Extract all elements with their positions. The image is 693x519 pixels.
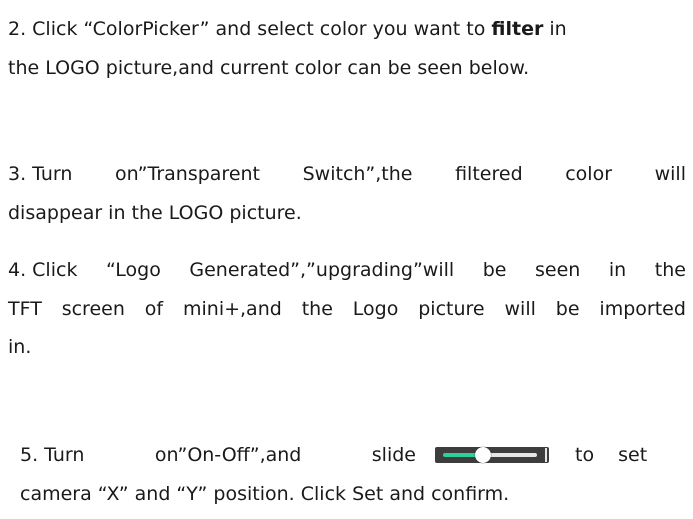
camera-position-slider[interactable] — [435, 447, 549, 463]
step3-word: 3. Turn — [8, 163, 73, 185]
step4-word: of — [144, 298, 164, 320]
step3-word: Switch”,the — [302, 163, 413, 185]
step3-line1: 3. Turn on”Transparent Switch”,the filte… — [8, 162, 686, 186]
step4-word: seen — [535, 259, 581, 281]
step5-line1-post: to set — [575, 444, 648, 466]
step4-word: screen — [61, 298, 125, 320]
step4-word: Generated”,”upgrading”will — [189, 259, 455, 281]
step5-word: on”On-Off”,and — [154, 444, 302, 466]
step2-line2: the LOGO picture,and current color can b… — [8, 57, 530, 79]
step2-line1: 2. Click “ColorPicker” and select color … — [8, 17, 567, 41]
step2-filter-bold: filter — [491, 18, 544, 40]
step3-word: color — [565, 163, 613, 185]
slider-thumb[interactable] — [475, 447, 492, 463]
step2-text-pre: 2. Click “ColorPicker” and select color … — [8, 18, 492, 40]
step4-word: imported — [599, 298, 686, 320]
slider-end-marker — [545, 448, 547, 462]
step4-word: 4. Click — [8, 259, 78, 281]
step5-line2: camera “X” and “Y” position. Click Set a… — [20, 483, 510, 505]
step4-word: the — [654, 259, 686, 281]
step4-word: mini+,and — [182, 298, 282, 320]
step4-word: be — [555, 298, 580, 320]
step4-word: picture — [418, 298, 485, 320]
step3-word: filtered — [455, 163, 523, 185]
step4-word: will — [504, 298, 536, 320]
step4-word: TFT — [8, 298, 42, 320]
step5-word: 5. Turn — [20, 444, 85, 466]
step4-word: be — [482, 259, 507, 281]
step4-line3: in. — [8, 336, 32, 358]
step4-word: the — [301, 298, 333, 320]
step4-word: Logo — [352, 298, 399, 320]
step5-word: slide — [371, 444, 416, 466]
step4-word: “Logo — [106, 259, 161, 281]
step3-word: on”Transparent — [115, 163, 261, 185]
step5-line1-pre: 5. Turn on”On-Off”,and slide — [20, 443, 416, 467]
slider-track — [483, 453, 537, 457]
step2-text-post: in — [543, 18, 567, 40]
step3-line2: disappear in the LOGO picture. — [8, 202, 302, 224]
step4-line1: 4. Click “Logo Generated”,”upgrading”wil… — [8, 258, 686, 282]
step4-line2: TFT screen of mini+,and the Logo picture… — [8, 297, 686, 321]
step4-word: in — [608, 259, 627, 281]
step3-word: will — [654, 163, 686, 185]
